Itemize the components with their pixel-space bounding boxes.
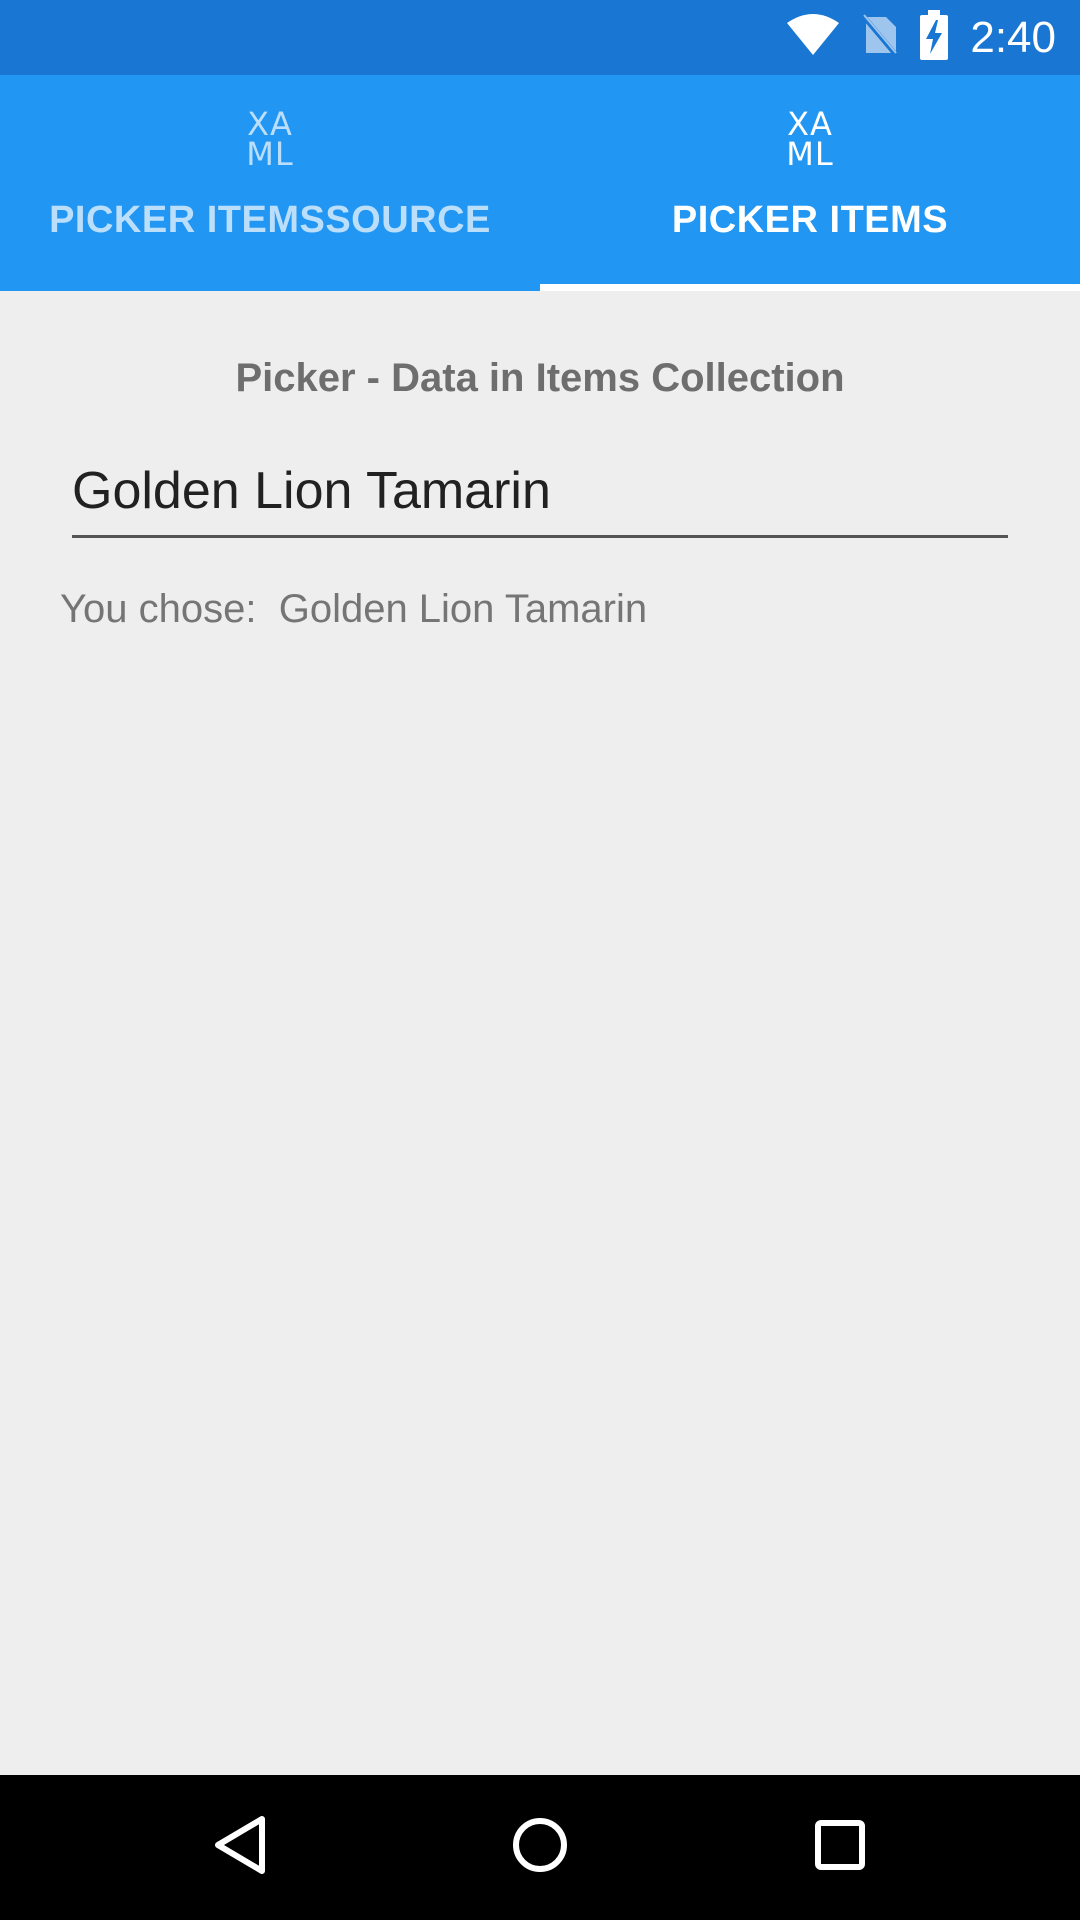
no-sim-icon	[862, 13, 899, 62]
home-icon	[510, 1815, 570, 1880]
status-bar: 2:40	[0, 0, 1080, 75]
content-area: Picker - Data in Items Collection Golden…	[0, 291, 1080, 1775]
selected-tab-indicator	[540, 284, 1080, 291]
back-icon	[210, 1813, 270, 1882]
status-time: 2:40	[970, 12, 1056, 62]
tab-label: PICKER ITEMS	[671, 199, 949, 241]
navigation-bar	[0, 1775, 1080, 1920]
tab-bar: XA ML PICKER ITEMSSOURCE XA ML PICKER ITEM…	[0, 75, 1080, 291]
tab-picker-itemssource[interactable]: XA ML PICKER ITEMSSOURCE	[0, 75, 540, 291]
result-prefix: You chose:	[60, 587, 257, 631]
back-button[interactable]	[190, 1797, 290, 1897]
status-icons: 2:40	[786, 0, 1056, 75]
xaml-icon: XA ML	[786, 105, 834, 173]
page-heading: Picker - Data in Items Collection	[235, 356, 845, 400]
recents-icon	[812, 1817, 868, 1878]
animal-picker[interactable]: Golden Lion Tamarin	[72, 461, 1008, 538]
picker-selected-value: Golden Lion Tamarin	[72, 462, 551, 520]
recents-button[interactable]	[790, 1797, 890, 1897]
battery-charging-icon	[920, 10, 949, 65]
result-value: Golden Lion Tamarin	[278, 587, 648, 631]
tab-picker-items[interactable]: XA ML PICKER ITEMS	[540, 75, 1080, 291]
wifi-icon	[786, 13, 840, 62]
tab-label: PICKER ITEMSSOURCE	[49, 199, 491, 241]
result-line: You chose: Golden Lion Tamarin	[60, 587, 647, 632]
xaml-icon: XA ML	[246, 105, 294, 173]
home-button[interactable]	[490, 1797, 590, 1897]
